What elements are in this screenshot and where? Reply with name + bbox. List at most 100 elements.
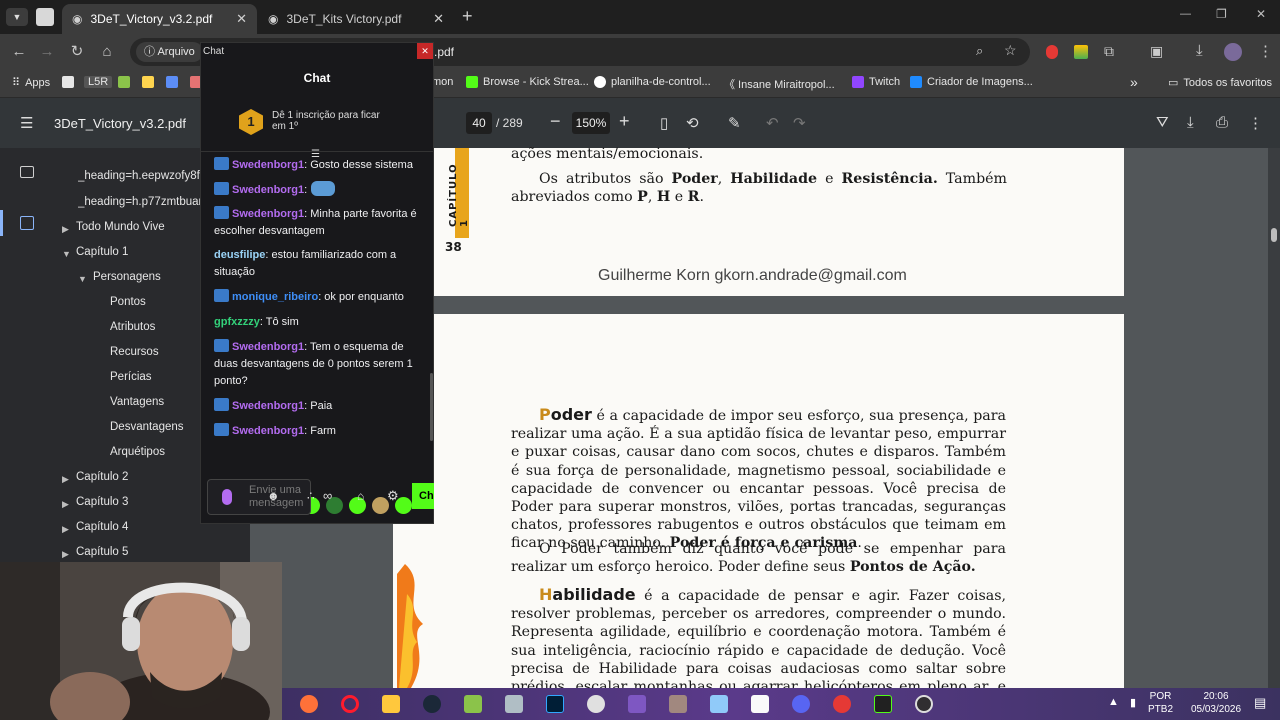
- fit-page-icon[interactable]: ▯: [660, 114, 668, 132]
- extension-red-icon[interactable]: [1046, 45, 1058, 59]
- bookmark-apps[interactable]: ⠿ Apps: [12, 76, 50, 90]
- bookmark-green[interactable]: [118, 76, 130, 88]
- outline-expand-caret[interactable]: ▼: [78, 274, 87, 284]
- chat-username[interactable]: Swedenborg1: [232, 184, 304, 196]
- bookmark-white-square[interactable]: [62, 76, 74, 88]
- outline-item[interactable]: Atributos: [110, 321, 155, 333]
- avatar[interactable]: [1224, 43, 1242, 61]
- microphone-icon[interactable]: [222, 489, 232, 505]
- tab-search-button[interactable]: ▼: [6, 8, 28, 26]
- outline-item[interactable]: _heading=h.p77zmtbuar3: [78, 196, 200, 208]
- outline-item[interactable]: Capítulo 4: [76, 521, 128, 533]
- firefox-icon[interactable]: [300, 695, 318, 713]
- outline-item[interactable]: Personagens: [93, 271, 161, 283]
- zoom-icon[interactable]: ⌕: [976, 43, 983, 59]
- zoom-level-input[interactable]: 150%: [572, 112, 610, 134]
- bookmark-insane[interactable]: 《 Insane Miraitropol...: [724, 76, 835, 92]
- chat-send-button[interactable]: Ch: [412, 483, 434, 509]
- redo-icon[interactable]: ↷: [793, 114, 806, 132]
- page-number-input[interactable]: 40: [466, 112, 492, 134]
- tray-chevron-icon[interactable]: ▲: [1108, 696, 1119, 708]
- bookmark-kick[interactable]: Browse - Kick Strea...: [466, 76, 589, 88]
- chat-username[interactable]: monique_ribeiro: [232, 291, 318, 303]
- maximize-button[interactable]: ❐: [1216, 7, 1227, 21]
- chat-input[interactable]: Envie uma mensagem: [207, 479, 311, 515]
- app-icon[interactable]: [464, 695, 482, 713]
- outline-expand-caret[interactable]: ▶: [62, 224, 69, 235]
- bookmark-l5r[interactable]: L5R: [84, 76, 113, 88]
- app-icon[interactable]: [710, 695, 728, 713]
- calendar-icon[interactable]: [751, 695, 769, 713]
- print-icon[interactable]: ⎙: [1216, 114, 1228, 131]
- outline-item[interactable]: Capítulo 5: [76, 546, 128, 558]
- annotate-pen-icon[interactable]: ✎: [728, 114, 741, 132]
- outline-item[interactable]: Recursos: [110, 346, 159, 358]
- forward-icon[interactable]: →: [38, 43, 56, 61]
- undo-icon[interactable]: ↶: [766, 114, 779, 132]
- bookmark-twitch[interactable]: Twitch: [852, 76, 900, 88]
- bits-icon[interactable]: ∴: [307, 489, 315, 503]
- chat-username[interactable]: Swedenborg1: [232, 400, 304, 412]
- chat-username[interactable]: gpfxzzzy: [214, 316, 260, 328]
- app-icon[interactable]: [587, 695, 605, 713]
- steam-icon[interactable]: [423, 695, 441, 713]
- infinity-icon[interactable]: ∞: [323, 488, 332, 503]
- outline-item[interactable]: Perícias: [110, 371, 152, 383]
- outline-expand-caret[interactable]: ▼: [62, 249, 71, 259]
- zoom-out-button[interactable]: −: [550, 111, 561, 132]
- window-close-button[interactable]: ✕: [1256, 7, 1266, 21]
- bookmark-yellow[interactable]: [142, 76, 154, 88]
- close-tab-icon[interactable]: ✕: [236, 11, 247, 27]
- thumbnails-icon[interactable]: [20, 166, 34, 178]
- bookmark-all-favorites[interactable]: ▭ Todos os favoritos: [1168, 76, 1272, 90]
- menu-icon[interactable]: ☰: [20, 114, 33, 132]
- outline-item[interactable]: Capítulo 3: [76, 496, 128, 508]
- bookmarks-more-button[interactable]: »: [1130, 74, 1138, 90]
- outline-expand-caret[interactable]: ▶: [62, 499, 69, 510]
- app-icon[interactable]: [505, 695, 523, 713]
- bookmark-star-icon[interactable]: ☆: [1004, 42, 1017, 59]
- notifications-icon[interactable]: ▤: [1254, 695, 1266, 711]
- pdf-download-icon[interactable]: ⤓: [1187, 114, 1194, 131]
- file-explorer-icon[interactable]: [382, 695, 400, 713]
- outline-item[interactable]: Capítulo 1: [76, 246, 128, 258]
- app-icon[interactable]: [833, 695, 851, 713]
- discord-icon[interactable]: [792, 695, 810, 713]
- back-icon[interactable]: ←: [10, 43, 28, 61]
- reload-icon[interactable]: ↻: [68, 43, 86, 61]
- chat-username[interactable]: Swedenborg1: [232, 208, 304, 220]
- outline-item[interactable]: Desvantagens: [110, 421, 184, 433]
- outline-expand-caret[interactable]: ▶: [62, 474, 69, 485]
- bookmark-planilha[interactable]: planilha-de-control...: [594, 76, 711, 88]
- chat-username[interactable]: Swedenborg1: [232, 341, 304, 353]
- outline-icon[interactable]: [20, 216, 34, 230]
- outline-item[interactable]: Pontos: [110, 296, 146, 308]
- more-options-icon[interactable]: ⋮: [1248, 114, 1263, 132]
- photoshop-icon[interactable]: [546, 695, 564, 713]
- obs-icon[interactable]: [915, 695, 933, 713]
- bookmark-blue[interactable]: [166, 76, 178, 88]
- scrollbar-thumb[interactable]: [1271, 228, 1277, 242]
- outline-item[interactable]: Todo Mundo Vive: [76, 221, 165, 233]
- tab-3det-kits[interactable]: ◉ 3DeT_Kits Victory.pdf ✕: [258, 4, 454, 34]
- profile-icon[interactable]: [36, 8, 54, 26]
- home-icon[interactable]: ⌂: [98, 43, 116, 61]
- zoom-in-button[interactable]: +: [619, 111, 630, 132]
- minimize-button[interactable]: —: [1180, 8, 1191, 20]
- browser-menu-icon[interactable]: ⋮: [1258, 42, 1273, 60]
- emote-picker-icon[interactable]: ☻: [267, 489, 280, 503]
- chat-username[interactable]: deusfilipe: [214, 249, 265, 261]
- app-icon[interactable]: [874, 695, 892, 713]
- drive-save-icon[interactable]: ⛛: [1156, 114, 1169, 131]
- outline-expand-caret[interactable]: ▶: [62, 549, 69, 560]
- outline-item[interactable]: _heading=h.eepwzofy8f8i: [78, 170, 200, 182]
- download-icon[interactable]: ⤓: [1196, 42, 1203, 59]
- chat-username[interactable]: Swedenborg1: [232, 425, 304, 437]
- outline-item[interactable]: Arquétipos: [110, 446, 165, 458]
- chat-close-button[interactable]: ✕: [417, 43, 433, 59]
- usb-icon[interactable]: ▮: [1130, 696, 1136, 709]
- clock[interactable]: 20:06 05/03/2026: [1188, 690, 1244, 716]
- chat-scrollbar[interactable]: [430, 373, 433, 441]
- app-icon[interactable]: [669, 695, 687, 713]
- site-info-chip[interactable]: ⓘ Arquivo: [136, 42, 203, 62]
